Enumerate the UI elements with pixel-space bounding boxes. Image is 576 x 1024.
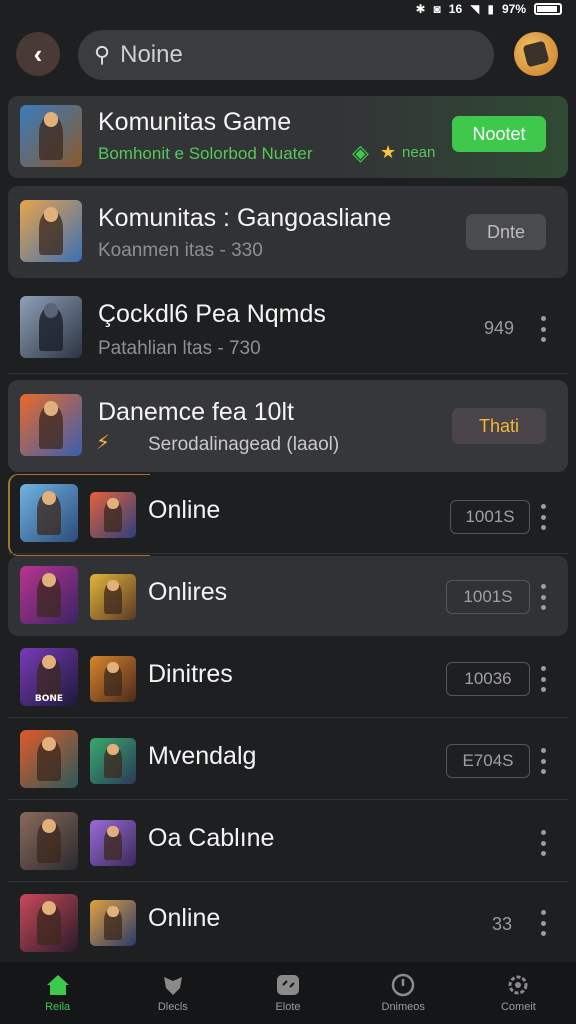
bottom-navigation: Reila Dlecls Elote Dnimeos Comeit: [0, 962, 576, 1024]
more-options-icon[interactable]: [538, 666, 548, 692]
game-thumbnail: [20, 812, 78, 870]
game-thumbnail-small: [90, 656, 136, 702]
search-input[interactable]: [120, 41, 441, 69]
row-action-button[interactable]: Thati: [452, 408, 546, 444]
more-options-icon[interactable]: [538, 910, 548, 936]
nav-label: Comeit: [500, 1001, 536, 1013]
row-title: Onlires: [148, 578, 228, 606]
game-thumbnail: [20, 296, 82, 358]
member-count: 949: [484, 318, 515, 338]
nav-label: Elote: [275, 1001, 301, 1013]
more-options-icon[interactable]: [538, 748, 548, 774]
player-count-badge: E704S: [446, 744, 530, 778]
cellular-icon: ▮: [487, 2, 494, 16]
controller-icon: ◈: [352, 140, 369, 165]
player-count-badge: 1001S: [450, 500, 530, 534]
gear-icon: [505, 973, 531, 997]
star-icon: ★: [380, 142, 397, 162]
shield-icon: [160, 973, 186, 997]
player-count-badge: 1001S: [446, 580, 530, 614]
row-subtitle: Koanmen itas - 330: [98, 240, 263, 261]
list-item[interactable]: BONE Dinitres 10036: [0, 638, 576, 718]
more-options-icon[interactable]: [538, 830, 548, 856]
nav-item-home[interactable]: Reila: [0, 962, 115, 1024]
row-title: Komunitas Game: [98, 108, 292, 136]
alarm-icon: ◙: [433, 2, 441, 16]
game-thumbnail: BONE: [20, 648, 78, 706]
status-bar: ✱ ◙ 16 ◥ ▮ 97%: [0, 0, 576, 18]
game-thumbnail: [20, 730, 78, 788]
row-subtitle: Patahlian ltas - 730: [98, 338, 261, 359]
avatar[interactable]: [514, 32, 558, 76]
list-item[interactable]: Mvendalg E704S: [0, 720, 576, 800]
nav-item-clubs[interactable]: Dlecls: [115, 962, 230, 1024]
player-count-badge: 10036: [446, 662, 530, 696]
list-item[interactable]: Online 1001S: [0, 474, 576, 556]
row-title: Çockdl6 Pea Nqmds: [98, 300, 326, 328]
battery-text: 97%: [501, 2, 526, 16]
join-button[interactable]: Nootet: [452, 116, 546, 152]
game-thumbnail: [20, 200, 82, 262]
game-thumbnail: [20, 894, 78, 952]
row-subtitle: Bomhonit e Solorbod Nuater: [98, 144, 313, 163]
search-icon: ⚲: [94, 42, 111, 67]
game-thumbnail: [20, 566, 78, 624]
game-thumbnail-small: [90, 738, 136, 784]
list-item[interactable]: Oa Cablıne: [0, 802, 576, 882]
list-item[interactable]: Online 33: [0, 884, 576, 962]
list-item[interactable]: Danemce fea 10lt ⚡ Serodalinagead (laaol…: [0, 380, 576, 472]
row-title: Oa Cablıne: [148, 824, 275, 852]
signal-text: 16: [448, 2, 463, 16]
row-title: Komunitas : Gangoasliane: [98, 204, 392, 232]
back-button[interactable]: ‹: [16, 32, 60, 76]
bluetooth-icon: ✱: [415, 2, 426, 16]
game-thumbnail-small: [90, 492, 136, 538]
game-thumbnail: [20, 484, 78, 542]
row-subtitle: Serodalinagead (laaol): [148, 434, 340, 455]
game-thumbnail-small: [90, 574, 136, 620]
list-item[interactable]: Onlires 1001S: [0, 556, 576, 636]
row-title: Dinitres: [148, 660, 233, 688]
row-action-button[interactable]: Dnte: [466, 214, 546, 250]
member-count: 33: [492, 914, 513, 934]
row-title: Mvendalg: [148, 742, 257, 770]
search-bar[interactable]: ⚲: [78, 30, 494, 80]
gamepad-icon: [275, 973, 301, 997]
nav-item-profile[interactable]: Comeit: [461, 962, 576, 1024]
home-icon: [45, 973, 71, 997]
game-thumbnail: [20, 105, 82, 167]
top-bar: ‹ ⚲: [0, 28, 576, 82]
nav-label: Dnimeos: [381, 1001, 425, 1013]
nav-label: Dlecls: [157, 1001, 188, 1013]
trophy-icon: ⚡: [96, 432, 111, 454]
battery-icon: [534, 3, 562, 15]
game-thumbnail: [20, 394, 82, 456]
chevron-left-icon: ‹: [33, 38, 43, 69]
game-thumbnail-small: [90, 900, 136, 946]
list-item[interactable]: Çockdl6 Pea Nqmds Patahlian ltas - 730 9…: [0, 282, 576, 374]
nav-item-games[interactable]: Elote: [230, 962, 345, 1024]
row-title: Online: [148, 904, 221, 932]
row-title: Danemce fea 10lt: [98, 398, 294, 426]
nav-label: Reila: [45, 1001, 71, 1013]
clock-icon: [390, 973, 416, 997]
nav-item-activity[interactable]: Dnimeos: [346, 962, 461, 1024]
more-options-icon[interactable]: [538, 584, 548, 610]
list-item[interactable]: Komunitas : Gangoasliane Koanmen itas - …: [0, 186, 576, 278]
game-thumbnail-small: [90, 820, 136, 866]
wifi-icon: ◥: [470, 2, 480, 16]
more-options-icon[interactable]: [538, 316, 548, 342]
list-item[interactable]: Komunitas Game Bomhonit e Solorbod Nuate…: [0, 96, 576, 178]
more-options-icon[interactable]: [538, 504, 548, 530]
row-title: Online: [148, 496, 221, 524]
row-subtitle-extra: nean: [402, 144, 436, 161]
